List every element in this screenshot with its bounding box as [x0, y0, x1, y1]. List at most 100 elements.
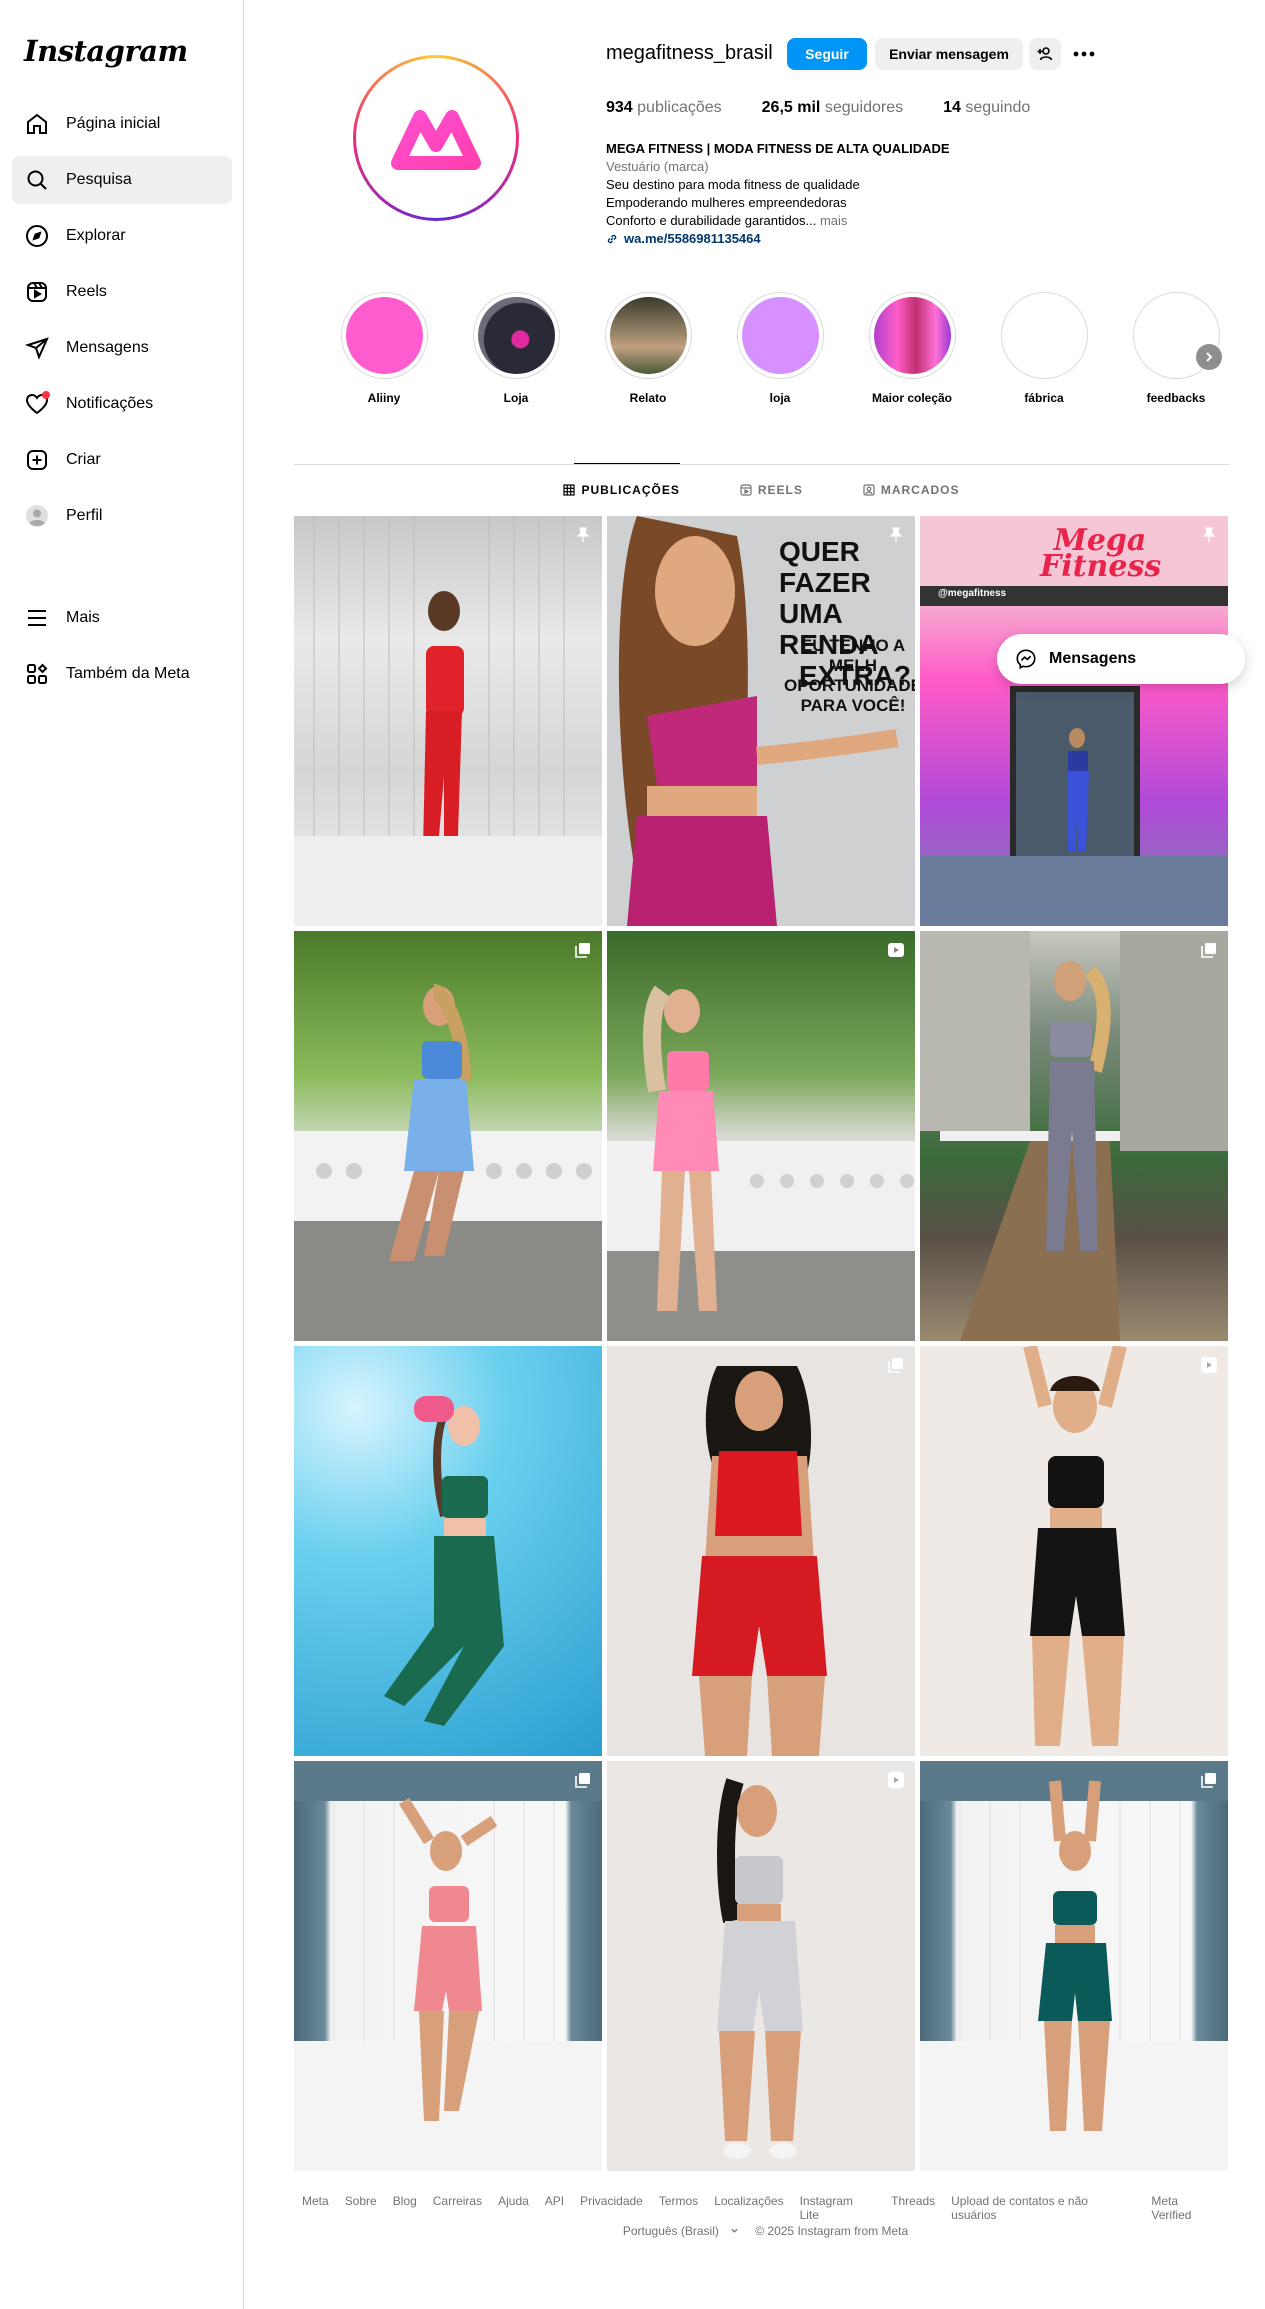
grid-icon [563, 484, 576, 496]
sidebar-item-more[interactable]: Mais [12, 594, 232, 642]
highlight-cover [1005, 297, 1083, 374]
tab-reels[interactable]: REELS [740, 465, 803, 515]
post-thumbnail[interactable] [294, 516, 602, 926]
following-count[interactable]: 14 seguindo [943, 99, 1030, 117]
highlight-cover [741, 297, 819, 374]
sidebar: Instagram Página inicial Pesquisa Explor… [0, 0, 244, 2309]
bio-external-link[interactable]: wa.me/5586981135464 [606, 230, 1106, 248]
footer-link[interactable]: Ajuda [498, 2194, 529, 2222]
sidebar-item-explore[interactable]: Explorar [12, 212, 232, 260]
footer-link[interactable]: Meta [302, 2194, 329, 2222]
post-thumbnail[interactable] [607, 1761, 915, 2171]
post-thumbnail[interactable] [294, 1346, 602, 1756]
tab-posts[interactable]: PUBLICAÇÕES [563, 465, 679, 515]
sidebar-nav: Página inicial Pesquisa Explorar Reels M… [12, 100, 232, 548]
post-image [294, 1761, 602, 2171]
sidebar-bottom: Mais Também da Meta [12, 594, 232, 706]
footer-link[interactable]: Meta Verified [1151, 2194, 1221, 2222]
profile-stats: 934 publicações 26,5 mil seguidores 14 s… [606, 99, 1070, 117]
post-thumbnail[interactable] [607, 1346, 915, 1756]
highlight-item[interactable]: Relato [598, 292, 698, 405]
post-text: QUER FAZER [779, 536, 871, 598]
highlight-label: Aliiny [367, 391, 401, 405]
menu-icon [24, 605, 50, 631]
pinned-icon [576, 527, 590, 542]
highlights-next-button[interactable] [1196, 344, 1222, 370]
profile-picture-inner [356, 58, 516, 218]
more-options-button[interactable] [1068, 38, 1100, 70]
post-text: PARA VOCÊ! [800, 696, 906, 715]
profile-category: Vestuário (marca) [606, 159, 709, 174]
notification-dot [42, 391, 50, 399]
sidebar-item-label: Reels [66, 283, 107, 300]
carousel-icon [575, 1773, 590, 1788]
post-image [294, 984, 602, 1341]
post-image [1023, 1346, 1127, 1746]
post-thumbnail[interactable] [920, 931, 1228, 1341]
sidebar-item-label: Mais [66, 609, 100, 626]
highlight-item[interactable]: loja [730, 292, 830, 405]
highlight-cover [477, 297, 555, 374]
tab-tagged[interactable]: MARCADOS [863, 465, 960, 515]
footer-link[interactable]: API [545, 2194, 564, 2222]
carousel-icon [1201, 1773, 1216, 1788]
followers-count[interactable]: 26,5 mil seguidores [762, 99, 903, 117]
footer-link[interactable]: Threads [891, 2194, 935, 2222]
language-selector[interactable]: Português (Brasil) [615, 2224, 739, 2238]
footer-link[interactable]: Termos [659, 2194, 698, 2222]
copyright: © 2025 Instagram from Meta [755, 2224, 909, 2238]
post-text: Fitness [1040, 549, 1162, 584]
pinned-icon [1202, 527, 1216, 542]
mega-fitness-logo [391, 110, 481, 170]
post-thumbnail[interactable] [294, 1761, 602, 2171]
post-image [920, 1761, 1228, 2171]
footer-link[interactable]: Sobre [345, 2194, 377, 2222]
carousel-icon [1201, 943, 1216, 958]
post-text: EU TENHO A MELH [800, 636, 906, 675]
sidebar-item-messages[interactable]: Mensagens [12, 324, 232, 372]
post-thumbnail[interactable]: Mega Fitness @megafitness [920, 516, 1228, 926]
highlight-item[interactable]: fábrica [994, 292, 1094, 405]
footer-link[interactable]: Blog [393, 2194, 417, 2222]
post-thumbnail[interactable] [920, 1761, 1228, 2171]
profile-picture[interactable] [353, 55, 519, 221]
instagram-logo[interactable]: Instagram [24, 34, 188, 68]
messenger-icon [1016, 649, 1036, 670]
suggest-similar-button[interactable] [1029, 38, 1061, 70]
heart-icon [24, 391, 50, 417]
sidebar-item-label: Também da Meta [66, 665, 190, 682]
sidebar-item-create[interactable]: Criar [12, 436, 232, 484]
footer-link[interactable]: Privacidade [580, 2194, 643, 2222]
messages-floating-button[interactable]: Mensagens [997, 634, 1245, 684]
active-tab-indicator [574, 463, 680, 464]
highlight-item[interactable]: Aliiny [334, 292, 434, 405]
post-thumbnail[interactable] [920, 1346, 1228, 1756]
sidebar-item-search[interactable]: Pesquisa [12, 156, 232, 204]
follow-button[interactable]: Seguir [787, 38, 867, 70]
footer-link[interactable]: Localizações [714, 2194, 783, 2222]
footer-link[interactable]: Upload de contatos e não usuários [951, 2194, 1135, 2222]
reels-icon [24, 279, 50, 305]
bio-more-link[interactable]: mais [820, 213, 847, 228]
post-thumbnail[interactable]: QUER FAZER UMA RENDA EXTRA? EU TENHO A M… [607, 516, 915, 926]
chevron-right-icon [1206, 352, 1213, 362]
footer-link[interactable]: Carreiras [433, 2194, 482, 2222]
footer-link[interactable]: Instagram Lite [800, 2194, 876, 2222]
highlight-label: loja [769, 391, 791, 405]
sidebar-item-label: Página inicial [66, 115, 161, 132]
sidebar-item-meta[interactable]: Também da Meta [12, 650, 232, 698]
post-image [717, 1778, 803, 2159]
sidebar-item-reels[interactable]: Reels [12, 268, 232, 316]
post-thumbnail[interactable] [607, 931, 915, 1341]
meta-apps-icon [24, 661, 50, 687]
post-thumbnail[interactable] [294, 931, 602, 1341]
sidebar-item-profile[interactable]: Perfil [12, 492, 232, 540]
carousel-icon [575, 943, 590, 958]
sidebar-item-notifications[interactable]: Notificações [12, 380, 232, 428]
chevron-down-icon [731, 2228, 738, 2233]
sidebar-item-home[interactable]: Página inicial [12, 100, 232, 148]
send-message-button[interactable]: Enviar mensagem [875, 38, 1023, 70]
highlight-item[interactable]: Maior coleção [862, 292, 962, 405]
highlight-item[interactable]: Loja [466, 292, 566, 405]
highlight-label: fábrica [1024, 391, 1064, 405]
